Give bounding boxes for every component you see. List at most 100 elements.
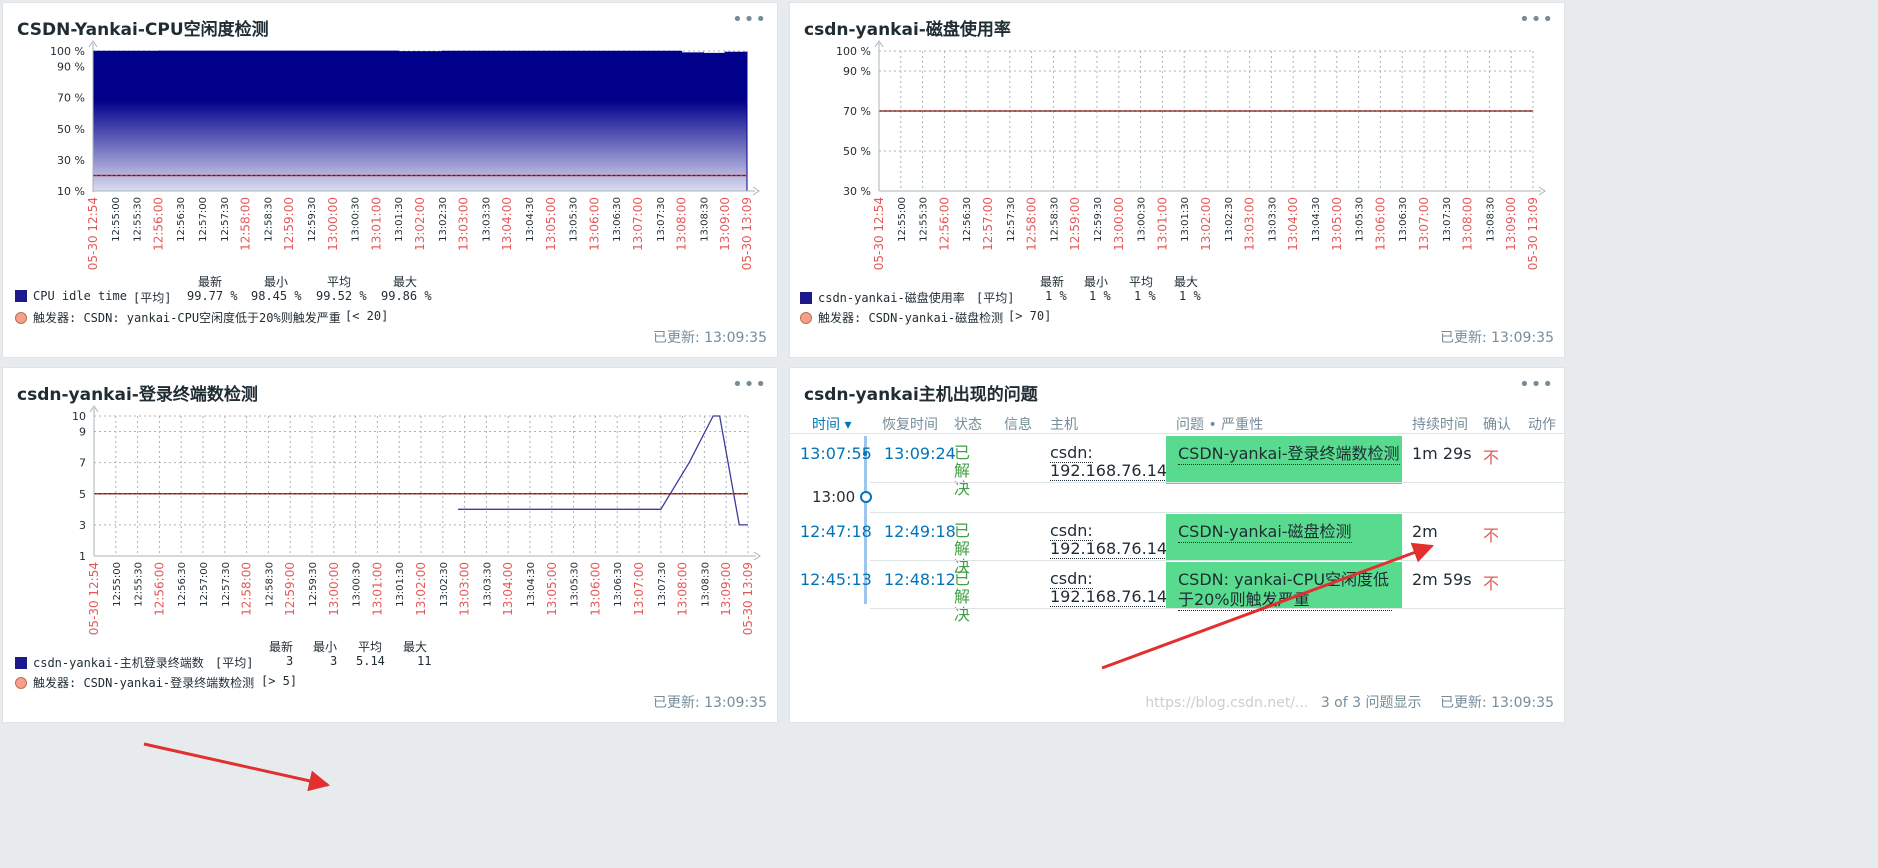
legend-min: 3	[330, 654, 338, 668]
x-tick-label: 13:04:00	[1286, 197, 1300, 251]
row-ack[interactable]: 不	[1483, 522, 1499, 546]
legend-header-min: 最小	[264, 275, 289, 289]
x-tick-label: 12:58:00	[239, 197, 253, 251]
col-info: 信息	[1004, 417, 1032, 433]
x-tick-label: 13:08:00	[675, 197, 689, 251]
row-ack[interactable]: 不	[1483, 444, 1499, 468]
x-tick-label: 05-30 12:54	[87, 562, 101, 635]
chart-legend: 最新 最小 平均 最大 CPU idle time [平均] 99.77 % 9…	[15, 271, 715, 331]
row-recovery[interactable]: 12:49:18	[884, 522, 956, 541]
x-tick-label: 13:03:00	[1243, 197, 1257, 251]
legend-item-func: [平均]	[976, 291, 1015, 305]
login-chart: 10 9 7 5 3 105-30 12:54 12:55:00 12:55:30 12:56:…	[72, 405, 761, 635]
y-tick-label: 9	[79, 426, 86, 439]
legend-trigger-cond: [> 70]	[1008, 309, 1052, 323]
legend-trigger: 触发器: CSDN-yankai-磁盘检测	[818, 311, 1004, 325]
x-tick-label: 12:56:30	[177, 562, 188, 607]
y-tick-label: 100 %	[50, 45, 85, 58]
x-tick-label: 13:06:30	[612, 197, 623, 242]
x-tick-label: 13:09:00	[718, 197, 732, 251]
chart-legend: 最新 最小 平均 最大 csdn-yankai-主机登录终端数 [平均] 3 3…	[15, 636, 715, 696]
legend-max: 1 %	[1179, 289, 1201, 303]
x-tick-label: 12:59:00	[283, 562, 297, 616]
x-tick-label: 13:03:30	[482, 562, 493, 607]
x-tick-label: 05-30 13:09	[1526, 197, 1540, 270]
problem-cell: CSDN: yankai-CPU空闲度低于20%则触发严重	[1166, 562, 1402, 611]
host-link[interactable]: csdn: 192.168.76.140	[1050, 443, 1178, 481]
problem-link[interactable]: CSDN-yankai-登录终端数检测	[1178, 444, 1400, 465]
y-tick-label: 70 %	[843, 105, 871, 118]
x-tick-label: 13:04:30	[525, 197, 536, 242]
x-tick-label: 13:07:30	[1442, 197, 1453, 242]
x-tick-label: 13:08:30	[700, 562, 711, 607]
x-tick-label: 12:56:00	[151, 197, 165, 251]
trigger-dot-icon	[800, 312, 812, 324]
x-tick-label: 13:05:00	[1330, 197, 1344, 251]
row-time[interactable]: 13:07:55	[800, 444, 872, 463]
legend-header-max: 最大	[403, 640, 428, 654]
row-status: 已解决	[954, 443, 971, 498]
row-host[interactable]: csdn: 192.168.76.140	[1050, 569, 1178, 607]
host-link[interactable]: csdn: 192.168.76.140	[1050, 569, 1178, 607]
x-tick-label: 13:06:00	[587, 197, 601, 251]
x-tick-label: 13:05:30	[570, 562, 581, 607]
chart-legend: 最新 最小 平均 最大 csdn-yankai-磁盘使用率 [平均] 1 % 1…	[800, 271, 1500, 331]
x-tick-label: 12:59:00	[282, 197, 296, 251]
table-row: 12:47:18 12:49:18 已解决 csdn: 192.168.76.1…	[790, 514, 1566, 576]
legend-trigger-cond: [< 20]	[345, 309, 389, 323]
y-tick-label: 100 %	[836, 45, 871, 58]
row-divider	[870, 560, 1566, 561]
legend-header-min: 最小	[1084, 275, 1109, 289]
x-tick-label: 13:09:00	[719, 562, 733, 616]
x-tick-label: 13:08:00	[676, 562, 690, 616]
row-recovery[interactable]: 12:48:12	[884, 570, 956, 589]
problems-count: 3 of 3 问题显示	[1320, 695, 1422, 711]
legend-latest: 1 %	[1045, 289, 1067, 303]
row-divider	[870, 512, 1566, 513]
x-tick-label: 13:02:30	[438, 197, 449, 242]
legend-item-func: [平均]	[133, 291, 172, 305]
x-tick-label: 12:59:30	[307, 197, 318, 242]
row-ack[interactable]: 不	[1483, 570, 1499, 594]
header-divider	[790, 433, 1566, 434]
annotation-arrow-legend	[143, 742, 331, 792]
x-tick-label: 12:56:00	[937, 197, 951, 251]
trigger-dot-icon	[15, 312, 27, 324]
y-tick-label: 30 %	[57, 154, 85, 167]
legend-trigger: 触发器: CSDN-yankai-登录终端数检测	[33, 676, 255, 690]
timeline-marker-icon	[860, 491, 872, 503]
x-tick-label: 13:03:00	[457, 197, 471, 251]
updated-time: 已更新: 13:09:35	[652, 330, 767, 346]
row-time[interactable]: 12:47:18	[800, 522, 872, 541]
y-tick-label: 90 %	[57, 61, 85, 74]
row-host[interactable]: csdn: 192.168.76.140	[1050, 521, 1178, 559]
legend-header-latest: 最新	[1040, 275, 1065, 289]
x-tick-label: 12:55:00	[112, 562, 123, 607]
x-tick-label: 12:57:00	[198, 197, 209, 242]
row-time[interactable]: 12:45:13	[800, 570, 872, 589]
x-tick-label: 13:05:30	[1355, 197, 1366, 242]
x-tick-label: 13:05:00	[544, 197, 558, 251]
legend-item-name: csdn-yankai-主机登录终端数	[33, 656, 204, 670]
series-swatch	[15, 290, 27, 302]
x-tick-label: 12:59:30	[308, 562, 319, 607]
host-link[interactable]: csdn: 192.168.76.140	[1050, 521, 1178, 559]
col-recovery: 恢复时间	[882, 417, 938, 433]
legend-max: 99.86 %	[381, 289, 432, 303]
x-tick-label: 13:06:00	[1373, 197, 1387, 251]
problem-link[interactable]: CSDN-yankai-磁盘检测	[1178, 522, 1352, 543]
x-tick-label: 13:06:30	[1398, 197, 1409, 242]
footer-status: https://blog.csdn.net/... 3 of 3 问题显示 已更…	[1145, 692, 1554, 712]
x-tick-label: 12:58:00	[240, 562, 254, 616]
col-time[interactable]: 时间 ▾	[812, 414, 851, 434]
x-tick-label: 13:05:00	[545, 562, 559, 616]
legend-avg: 5.14	[356, 654, 385, 668]
problem-link[interactable]: CSDN: yankai-CPU空闲度低于20%则触发严重	[1178, 570, 1392, 611]
row-recovery[interactable]: 13:09:24	[884, 444, 956, 463]
row-host[interactable]: csdn: 192.168.76.140	[1050, 443, 1178, 481]
x-tick-label: 12:59:30	[1093, 197, 1104, 242]
problems-widget: csdn-yankai主机出现的问题 ••• 时间 ▾ 恢复时间 状态 信息 主…	[789, 367, 1566, 723]
x-tick-label: 13:00:00	[326, 197, 340, 251]
x-tick-label: 13:01:00	[370, 562, 384, 616]
cpu-chart: 100 % 90 % 70 % 50 % 30 % 10 %05-30 12:54 12:5…	[50, 40, 760, 270]
